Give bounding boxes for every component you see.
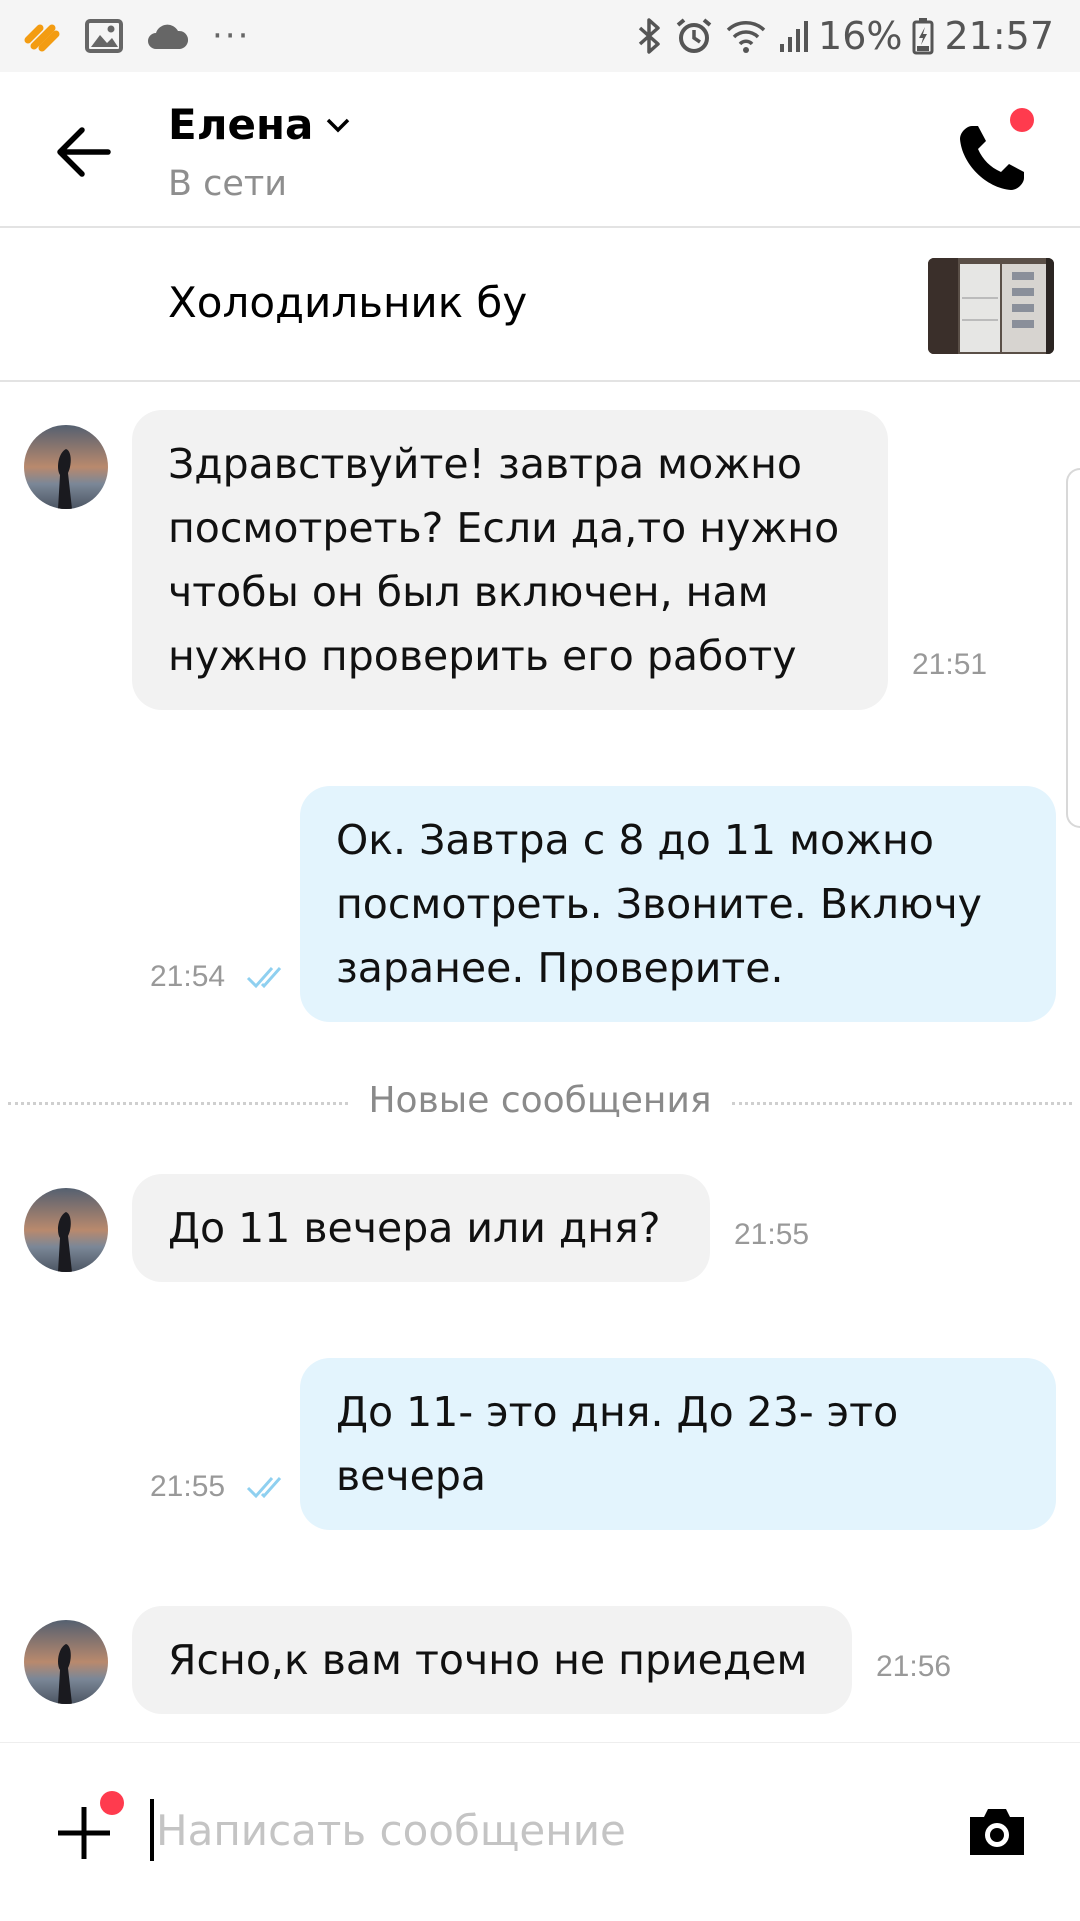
- bluetooth-icon: [636, 16, 664, 56]
- clock: 21:57: [944, 14, 1054, 58]
- message-time: 21:51: [912, 648, 988, 681]
- camera-button[interactable]: [966, 1803, 1028, 1859]
- new-messages-divider: Новые сообщения: [0, 1080, 1080, 1124]
- battery-percent: 16%: [818, 14, 903, 58]
- listing-banner[interactable]: Холодильник бу: [0, 228, 1080, 382]
- text-cursor: [150, 1799, 154, 1861]
- message-bubble-incoming[interactable]: Ясно,к вам точно не приедем: [132, 1606, 852, 1714]
- listing-thumbnail[interactable]: [928, 258, 1054, 354]
- read-checkmarks-icon: [246, 967, 282, 989]
- contact-name-dropdown[interactable]: Елена: [168, 100, 351, 149]
- attach-button[interactable]: [56, 1805, 112, 1861]
- gallery-icon: [84, 18, 124, 54]
- more-icon: ···: [212, 16, 251, 56]
- notification-dot: [1010, 108, 1034, 132]
- message-time: 21:54: [150, 960, 226, 993]
- back-button[interactable]: [52, 122, 116, 182]
- chat-header: Елена В сети: [0, 72, 1080, 228]
- message-composer: [0, 1742, 1080, 1921]
- read-checkmarks-icon: [246, 1477, 282, 1499]
- battery-icon: [912, 17, 934, 55]
- listing-title: Холодильник бу: [168, 278, 528, 327]
- alarm-icon: [674, 16, 714, 56]
- message-input[interactable]: [156, 1797, 916, 1863]
- message-text: Ясно,к вам точно не приедем: [168, 1636, 808, 1684]
- message-bubble-incoming[interactable]: До 11 вечера или дня?: [132, 1174, 710, 1282]
- status-bar: ··· 16% 21:57: [0, 0, 1080, 72]
- avatar[interactable]: [24, 1188, 108, 1272]
- message-bubble-outgoing[interactable]: До 11- это дня. До 23- это вечера: [300, 1358, 1056, 1530]
- message-text: Ок. Завтра с 8 до 11 можно посмотреть. З…: [336, 816, 982, 992]
- camera-icon: [970, 1809, 1024, 1855]
- avatar[interactable]: [24, 425, 108, 509]
- plus-icon: [58, 1807, 110, 1859]
- message-text: До 11- это дня. До 23- это вечера: [336, 1388, 899, 1500]
- message-time: 21:56: [876, 1650, 952, 1683]
- wifi-icon: [724, 18, 768, 54]
- arrow-left-icon: [57, 127, 111, 177]
- signal-icon: [778, 18, 809, 54]
- message-text: До 11 вечера или дня?: [168, 1204, 661, 1252]
- chevron-down-icon: [327, 118, 350, 132]
- cloud-icon: [146, 21, 190, 51]
- contact-name: Елена: [168, 100, 314, 149]
- new-messages-label: Новые сообщения: [368, 1080, 712, 1121]
- avatar[interactable]: [24, 1620, 108, 1704]
- scroll-handle[interactable]: [1066, 468, 1080, 828]
- message-time: 21:55: [150, 1470, 226, 1503]
- contact-status: В сети: [168, 164, 288, 204]
- message-bubble-incoming[interactable]: Здравствуйте! завтра можно посмотреть? Е…: [132, 410, 888, 710]
- message-text: Здравствуйте! завтра можно посмотреть? Е…: [168, 440, 840, 680]
- notification-dot: [100, 1791, 124, 1815]
- app-notification-icon: [22, 16, 62, 56]
- message-time: 21:55: [734, 1218, 810, 1251]
- message-bubble-outgoing[interactable]: Ок. Завтра с 8 до 11 можно посмотреть. З…: [300, 786, 1056, 1022]
